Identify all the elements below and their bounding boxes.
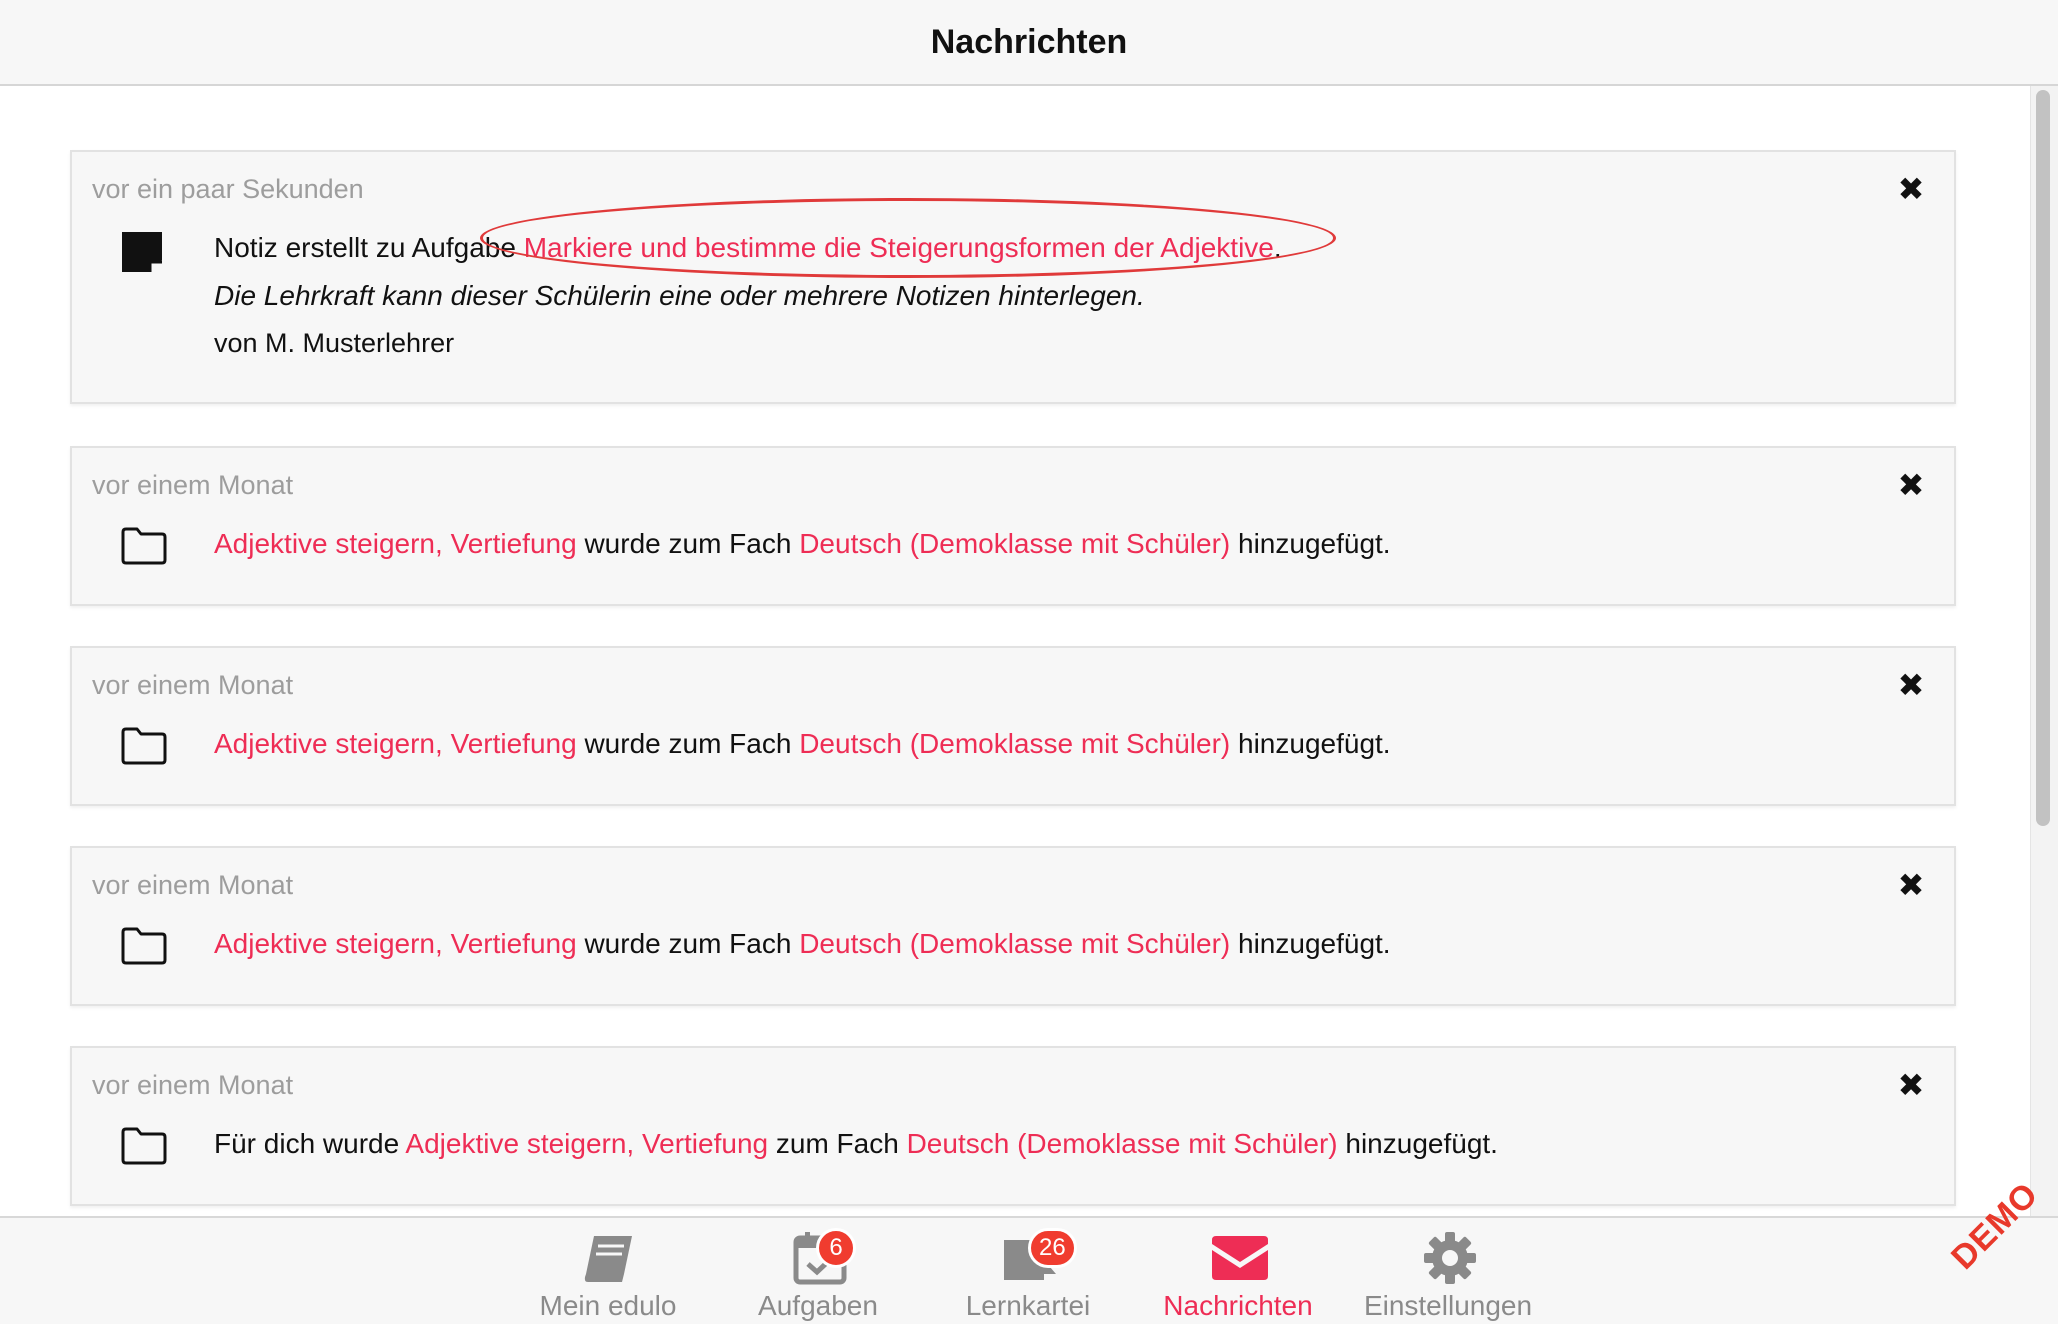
notification-time: vor einem Monat [92,470,294,500]
folder-icon [121,727,167,765]
topic-link[interactable]: Adjektive steigern, Vertiefung [214,728,577,759]
subject-link[interactable]: Deutsch (Demoklasse mit Schüler) [907,1128,1338,1159]
close-icon[interactable]: ✖ [1896,869,1926,901]
text-prefix: Notiz erstellt zu Aufgabe [214,232,524,263]
gear-icon [1424,1232,1476,1284]
envelope-icon [1212,1236,1268,1280]
tab-nachrichten[interactable]: Nachrichten [1138,1218,1338,1324]
topic-link[interactable]: Adjektive steigern, Vertiefung [214,528,577,559]
folder-icon [121,927,167,965]
note-author: von M. Musterlehrer [214,328,455,358]
notification-text: Adjektive steigern, Vertiefung wurde zum… [214,928,1391,960]
tab-label: Aufgaben [758,1290,878,1321]
tab-label: Nachrichten [1163,1290,1313,1321]
notification-time: vor ein paar Sekunden [92,174,364,204]
page-title: Nachrichten [930,22,1128,61]
folder-icon [121,527,167,565]
tab-aufgaben[interactable]: 6 Aufgaben [718,1218,918,1324]
note-text: Die Lehrkraft kann dieser Schülerin eine… [214,280,1145,311]
notification-card: vor einem Monat ✖ Adjektive steigern, Ve… [70,646,1956,806]
notification-time: vor einem Monat [92,1070,294,1100]
text-suffix: hinzugefügt. [1230,928,1391,959]
notification-text: Notiz erstellt zu Aufgabe Markiere und b… [214,232,1282,264]
close-icon[interactable]: ✖ [1896,1069,1926,1101]
message-list: vor ein paar Sekunden ✖ Notiz erstellt z… [0,86,2030,1216]
tab-label: Lernkartei [965,1290,1091,1321]
aufgaben-badge: 6 [816,1228,856,1268]
close-icon[interactable]: ✖ [1896,173,1926,205]
book-icon [584,1236,632,1282]
notification-text: Adjektive steigern, Vertiefung wurde zum… [214,728,1391,760]
folder-icon [121,1127,167,1165]
close-icon[interactable]: ✖ [1896,469,1926,501]
tab-einstellungen[interactable]: Einstellungen [1348,1218,1548,1324]
text-prefix: Für dich wurde [214,1128,406,1159]
notification-card: vor einem Monat ✖ Adjektive steigern, Ve… [70,846,1956,1006]
tab-label: Mein edulo [539,1290,677,1321]
subject-link[interactable]: Deutsch (Demoklasse mit Schüler) [799,728,1230,759]
bottom-tab-bar: Mein edulo 6 Aufgaben 26 Lernkartei Nach… [0,1216,2058,1324]
scrollbar-thumb[interactable] [2036,90,2050,826]
note-icon [122,232,162,272]
text-suffix: hinzugefügt. [1230,528,1391,559]
text-suffix: . [1273,232,1282,263]
notification-card: vor ein paar Sekunden ✖ Notiz erstellt z… [70,150,1956,404]
text-suffix: hinzugefügt. [1337,1128,1498,1159]
notification-text: Adjektive steigern, Vertiefung wurde zum… [214,528,1391,560]
task-link[interactable]: Markiere und bestimme die Steigerungsfor… [524,232,1274,263]
notification-card: vor einem Monat ✖ Für dich wurde Adjekti… [70,1046,1956,1206]
lernkartei-badge: 26 [1028,1228,1077,1268]
text-middle: zum Fach [768,1128,907,1159]
tab-mein-edulo[interactable]: Mein edulo [508,1218,708,1324]
top-bar: Nachrichten [0,0,2058,86]
notification-time: vor einem Monat [92,870,294,900]
tab-label: Einstellungen [1363,1290,1533,1321]
close-icon[interactable]: ✖ [1896,669,1926,701]
text-suffix: hinzugefügt. [1230,728,1391,759]
notification-card: vor einem Monat ✖ Adjektive steigern, Ve… [70,446,1956,606]
text-middle: wurde zum Fach [576,928,800,959]
text-middle: wurde zum Fach [576,528,800,559]
topic-link[interactable]: Adjektive steigern, Vertiefung [214,928,577,959]
subject-link[interactable]: Deutsch (Demoklasse mit Schüler) [799,928,1230,959]
text-middle: wurde zum Fach [576,728,800,759]
tab-lernkartei[interactable]: 26 Lernkartei [928,1218,1128,1324]
subject-link[interactable]: Deutsch (Demoklasse mit Schüler) [799,528,1230,559]
notification-text: Für dich wurde Adjektive steigern, Verti… [214,1128,1498,1160]
topic-link[interactable]: Adjektive steigern, Vertiefung [405,1128,768,1159]
notification-time: vor einem Monat [92,670,294,700]
